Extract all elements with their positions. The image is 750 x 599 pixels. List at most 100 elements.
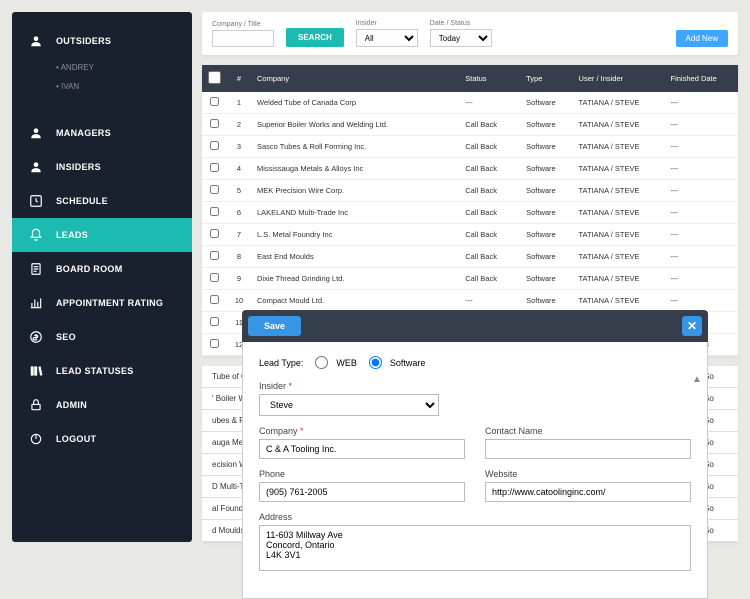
sidebar: OUTSIDERS ANDREY IVAN MANAGERS INSIDERS … xyxy=(12,12,192,542)
cell-status: --- xyxy=(459,92,520,114)
cell-status: Call Back xyxy=(459,180,520,202)
table-row[interactable]: 10Compact Mould Ltd.---SoftwareTATIANA /… xyxy=(202,290,738,312)
radio-software[interactable] xyxy=(369,356,382,369)
nav-schedule[interactable]: SCHEDULE xyxy=(12,184,192,218)
nav-label: BOARD ROOM xyxy=(56,264,123,274)
col-num: # xyxy=(227,65,251,92)
nav-outsiders[interactable]: OUTSIDERS xyxy=(12,24,192,58)
phone-input[interactable] xyxy=(259,482,465,502)
table-row[interactable]: 3Sasco Tubes & Roll Forming Inc.Call Bac… xyxy=(202,136,738,158)
contact-input[interactable] xyxy=(485,439,691,459)
cell-user: TATIANA / STEVE xyxy=(573,246,665,268)
nav-label: OUTSIDERS xyxy=(56,36,111,46)
nav-label: LEADS xyxy=(56,230,88,240)
cell-date: --- xyxy=(665,268,738,290)
cell-num: 1 xyxy=(227,92,251,114)
nav-label: MANAGERS xyxy=(56,128,111,138)
row-checkbox[interactable] xyxy=(210,295,219,304)
cell-user: TATIANA / STEVE xyxy=(573,136,665,158)
nav-leads[interactable]: LEADS xyxy=(12,218,192,252)
row-checkbox[interactable] xyxy=(210,251,219,260)
nav-insiders[interactable]: INSIDERS xyxy=(12,150,192,184)
cell-date: --- xyxy=(665,158,738,180)
row-checkbox[interactable] xyxy=(210,141,219,150)
table-row[interactable]: 1Welded Tube of Canada Corp---SoftwareTA… xyxy=(202,92,738,114)
cell-user: TATIANA / STEVE xyxy=(573,180,665,202)
date-filter-select[interactable]: Today xyxy=(430,29,492,47)
row-checkbox[interactable] xyxy=(210,207,219,216)
cell-num: 2 xyxy=(227,114,251,136)
table-row[interactable]: 4Mississauga Metals & Alloys IncCall Bac… xyxy=(202,158,738,180)
nav-boardroom[interactable]: BOARD ROOM xyxy=(12,252,192,286)
sub-ivan[interactable]: IVAN xyxy=(12,77,192,96)
row-checkbox[interactable] xyxy=(210,229,219,238)
col-user: User / Insider xyxy=(573,65,665,92)
nav-seo[interactable]: SEO xyxy=(12,320,192,354)
radio-web[interactable] xyxy=(315,356,328,369)
col-status: Status xyxy=(459,65,520,92)
cell-date: --- xyxy=(665,246,738,268)
nav-label: INSIDERS xyxy=(56,162,101,172)
company-filter-input[interactable] xyxy=(212,30,274,47)
select-all-checkbox[interactable] xyxy=(208,71,221,84)
table-row[interactable]: 7L.S. Metal Foundry IncCall BackSoftware… xyxy=(202,224,738,246)
row-checkbox[interactable] xyxy=(210,97,219,106)
col-check xyxy=(202,65,227,92)
insider-filter-select[interactable]: All xyxy=(356,29,418,47)
table-row[interactable]: 2Superior Boiler Works and Welding Ltd.C… xyxy=(202,114,738,136)
table-row[interactable]: 6LAKELAND Multi-Trade IncCall BackSoftwa… xyxy=(202,202,738,224)
cell-user: TATIANA / STEVE xyxy=(573,114,665,136)
nav-label: APPOINTMENT RATING xyxy=(56,298,163,308)
user-icon xyxy=(28,125,44,141)
nav-label: LEAD STATUSES xyxy=(56,366,134,376)
company-filter-label: Company / Title xyxy=(212,21,274,28)
search-button[interactable]: SEARCH xyxy=(286,28,344,47)
nav-statuses[interactable]: LEAD STATUSES xyxy=(12,354,192,388)
scroll-up-icon[interactable]: ▲ xyxy=(691,372,703,386)
cell-date: --- xyxy=(665,202,738,224)
company-input[interactable] xyxy=(259,439,465,459)
cell-num: 4 xyxy=(227,158,251,180)
cell-company: LAKELAND Multi-Trade Inc xyxy=(251,202,459,224)
company-label: Company * xyxy=(259,426,465,436)
table-row[interactable]: 9Dixie Thread Grinding Ltd.Call BackSoft… xyxy=(202,268,738,290)
cell-num: 10 xyxy=(227,290,251,312)
cell-company: Dixie Thread Grinding Ltd. xyxy=(251,268,459,290)
cell-status: Call Back xyxy=(459,136,520,158)
row-checkbox[interactable] xyxy=(210,119,219,128)
radio-software-label: Software xyxy=(390,358,426,368)
row-checkbox[interactable] xyxy=(210,317,219,326)
cell-date: --- xyxy=(665,290,738,312)
cell-user: TATIANA / STEVE xyxy=(573,158,665,180)
row-checkbox[interactable] xyxy=(210,163,219,172)
add-new-button[interactable]: Add New xyxy=(676,30,728,47)
cell-type: Software xyxy=(520,268,572,290)
insider-select[interactable]: Steve xyxy=(259,394,439,416)
website-input[interactable] xyxy=(485,482,691,502)
nav-logout[interactable]: LOGOUT xyxy=(12,422,192,456)
cell-type: Software xyxy=(520,92,572,114)
cell-company: L.S. Metal Foundry Inc xyxy=(251,224,459,246)
row-checkbox[interactable] xyxy=(210,339,219,348)
user-icon xyxy=(28,33,44,49)
cell-type: Software xyxy=(520,224,572,246)
save-button[interactable]: Save xyxy=(248,316,301,336)
table-row[interactable]: 8East End MouldsCall BackSoftwareTATIANA… xyxy=(202,246,738,268)
cell-type: Software xyxy=(520,202,572,224)
nav-managers[interactable]: MANAGERS xyxy=(12,116,192,150)
table-row[interactable]: 5MEK Precision Wire Corp.Call BackSoftwa… xyxy=(202,180,738,202)
contact-label: Contact Name xyxy=(485,426,691,436)
row-checkbox[interactable] xyxy=(210,273,219,282)
cell-date: --- xyxy=(665,180,738,202)
nav-rating[interactable]: APPOINTMENT RATING xyxy=(12,286,192,320)
sub-andrey[interactable]: ANDREY xyxy=(12,58,192,77)
cell-type: Software xyxy=(520,290,572,312)
close-button[interactable]: ✕ xyxy=(682,316,702,336)
website-label: Website xyxy=(485,469,691,479)
insider-filter-label: Insider xyxy=(356,20,418,27)
row-checkbox[interactable] xyxy=(210,185,219,194)
nav-admin[interactable]: ADMIN xyxy=(12,388,192,422)
cell-status: Call Back xyxy=(459,114,520,136)
cell-status: Call Back xyxy=(459,224,520,246)
address-input[interactable] xyxy=(259,525,691,571)
